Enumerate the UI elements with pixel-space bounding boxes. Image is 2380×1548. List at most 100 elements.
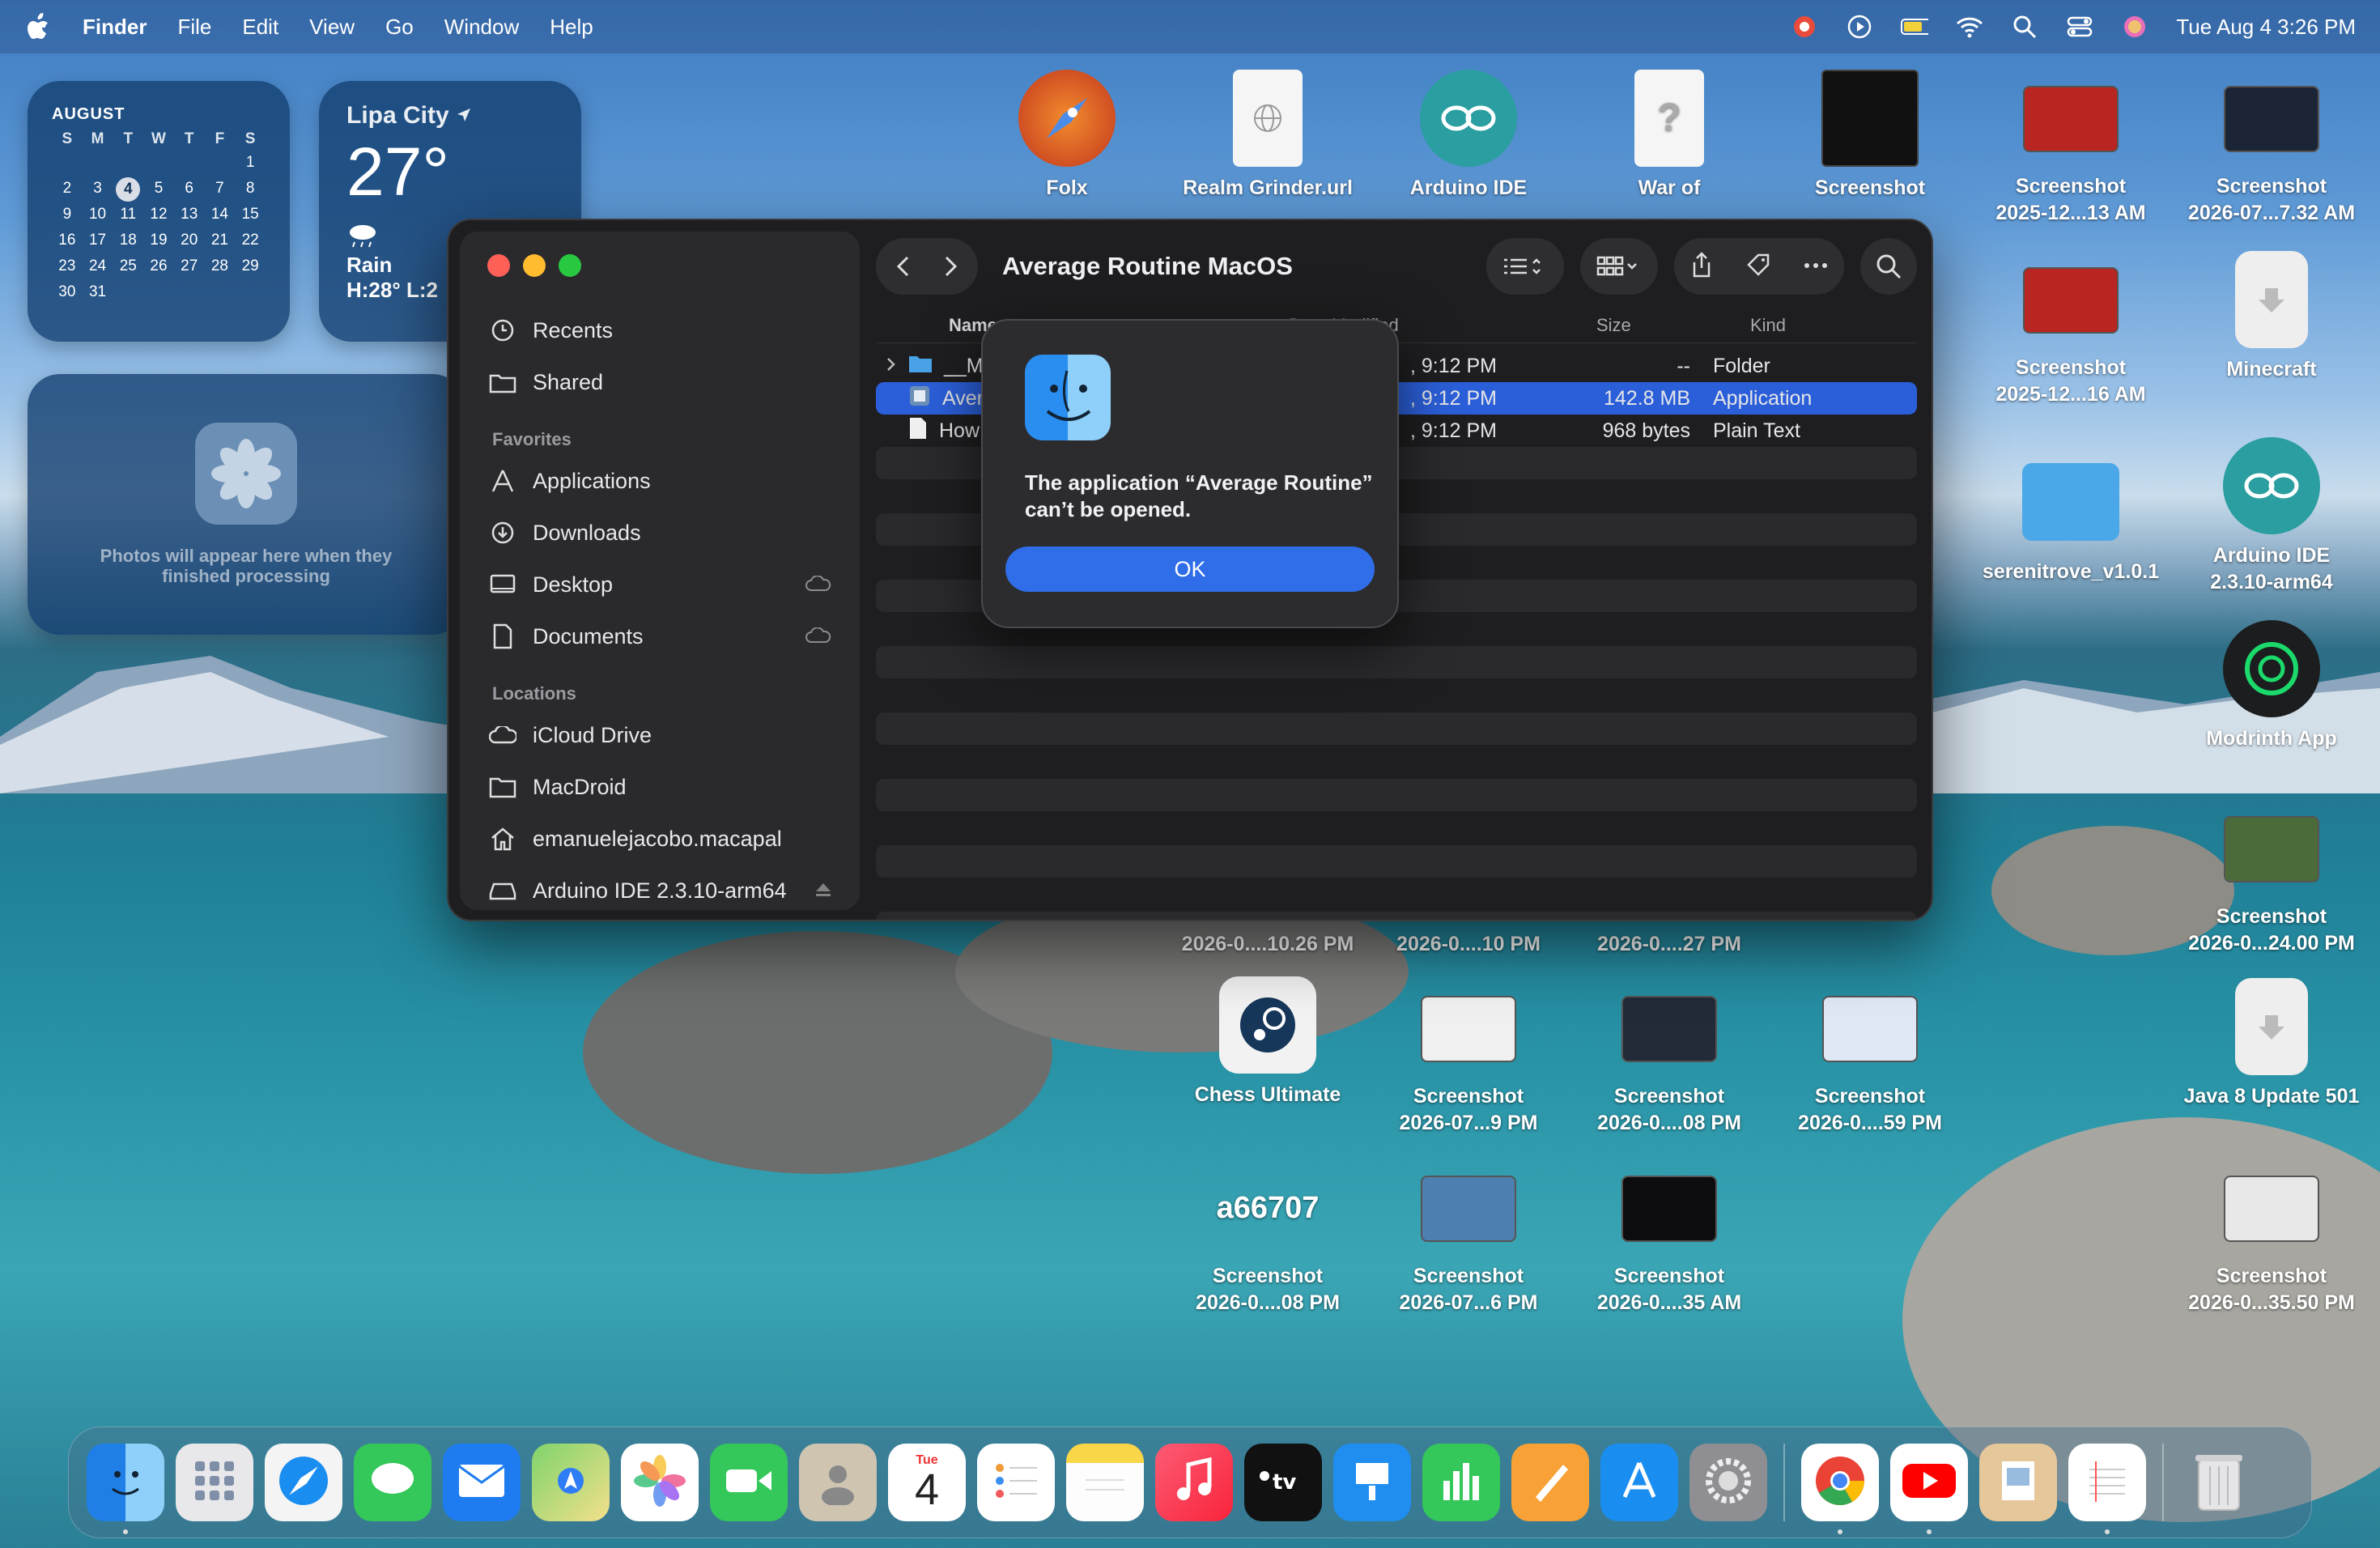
- eject-icon[interactable]: [814, 878, 832, 904]
- dock-trash[interactable]: [2180, 1444, 2258, 1521]
- sidebar-item-macdroid[interactable]: MacDroid: [476, 761, 844, 813]
- desktop-icon-war-of[interactable]: ? War of: [1572, 70, 1766, 202]
- more-icon[interactable]: [1804, 259, 1828, 274]
- tag-icon[interactable]: [1745, 252, 1771, 282]
- dock-music[interactable]: [1155, 1444, 1233, 1521]
- group-button[interactable]: [1580, 238, 1658, 295]
- sidebar-item-documents[interactable]: Documents: [476, 610, 844, 662]
- close-button[interactable]: [487, 254, 510, 277]
- sidebar-item-icloud-drive[interactable]: iCloud Drive: [476, 709, 844, 761]
- dock-separator: [1783, 1444, 1785, 1521]
- dock-preview[interactable]: [1979, 1444, 2057, 1521]
- dock-keynote[interactable]: [1333, 1444, 1411, 1521]
- sidebar-item-recents[interactable]: Recents: [476, 304, 844, 356]
- calendar-day: 18: [119, 232, 137, 249]
- sidebar-item-shared[interactable]: Shared: [476, 356, 844, 408]
- menu-help[interactable]: Help: [550, 15, 593, 40]
- dock-finder[interactable]: [87, 1444, 164, 1534]
- desktop-icon-folx[interactable]: Folx: [970, 70, 1164, 202]
- desktop-icon-screenshot[interactable]: Screenshot 2026-0....35 AM: [1572, 1159, 1766, 1316]
- desktop-icon-java[interactable]: Java 8 Update 501: [2174, 978, 2369, 1110]
- desktop-icon-realm-grinder[interactable]: Realm Grinder.url: [1171, 70, 1365, 202]
- play-icon[interactable]: [1846, 13, 1873, 40]
- status-app-icon[interactable]: [1791, 13, 1818, 40]
- desktop-icon-partial[interactable]: 2026-0....10 PM: [1371, 931, 1566, 958]
- battery-icon[interactable]: [1901, 13, 1929, 40]
- dock-pages[interactable]: [1511, 1444, 1589, 1521]
- dock-reminders[interactable]: [977, 1444, 1055, 1521]
- dock-safari[interactable]: [265, 1444, 342, 1521]
- menu-edit[interactable]: Edit: [242, 15, 278, 40]
- dock-calendar[interactable]: Tue 4: [888, 1444, 966, 1521]
- desktop-icon-screenshot[interactable]: Screenshot 2026-0...35.50 PM: [2174, 1159, 2369, 1316]
- desktop-icon-screenshot[interactable]: a66707 Screenshot 2026-0....08 PM: [1171, 1159, 1365, 1316]
- dock-photos[interactable]: [621, 1444, 699, 1521]
- disclosure-chevron-icon[interactable]: [886, 355, 897, 378]
- desktop-icon-screenshot[interactable]: Screenshot 2025-12...13 AM: [1974, 70, 2168, 226]
- forward-icon[interactable]: [927, 254, 975, 279]
- dock-youtube[interactable]: [1890, 1444, 1968, 1534]
- minimize-button[interactable]: [523, 254, 546, 277]
- share-icon[interactable]: [1690, 251, 1713, 283]
- desktop-icon-label: Screenshot: [2216, 175, 2327, 198]
- desktop-icon-chess[interactable]: Chess Ultimate: [1171, 976, 1365, 1108]
- dock-contacts[interactable]: [799, 1444, 877, 1521]
- desktop-icon-screenshot[interactable]: Screenshot 2026-0....59 PM: [1773, 980, 1967, 1136]
- desktop-icon-partial[interactable]: 2026-0....10.26 PM: [1171, 931, 1365, 958]
- sidebar-item-applications[interactable]: Applications: [476, 455, 844, 507]
- dock-facetime[interactable]: [710, 1444, 788, 1521]
- desktop-icon-screenshot[interactable]: Screenshot 2026-07...7.32 AM: [2174, 70, 2369, 226]
- ok-button[interactable]: OK: [1005, 546, 1375, 592]
- installer-icon: [2235, 251, 2308, 348]
- dock-textedit[interactable]: [2068, 1444, 2146, 1534]
- desktop-icon-partial[interactable]: 2026-0....27 PM: [1572, 931, 1766, 958]
- photos-widget[interactable]: Photos will appear here when they finish…: [28, 374, 465, 635]
- sidebar-item-home[interactable]: emanuelejacobo.macapal: [476, 813, 844, 865]
- desktop-icon-arduino-arm64[interactable]: Arduino IDE 2.3.10-arm64: [2174, 437, 2369, 595]
- desktop-icon-screenshot[interactable]: Screenshot 2026-07...9 PM: [1371, 980, 1566, 1136]
- menu-window[interactable]: Window: [444, 15, 519, 40]
- desktop-icon-serenitrove[interactable]: serenitrove_v1.0.1: [1974, 453, 2168, 585]
- menu-view[interactable]: View: [309, 15, 355, 40]
- dock-maps[interactable]: [532, 1444, 610, 1521]
- menu-app-name[interactable]: Finder: [83, 15, 147, 40]
- download-icon: [489, 519, 516, 546]
- dock-notes[interactable]: [1066, 1444, 1144, 1521]
- desktop-icon-modrinth[interactable]: Modrinth App: [2174, 620, 2369, 752]
- sidebar-item-arduino-volume[interactable]: Arduino IDE 2.3.10-arm64: [476, 865, 844, 916]
- menu-clock[interactable]: Tue Aug 4 3:26 PM: [2176, 15, 2356, 40]
- desktop-icon-screenshot[interactable]: Screenshot: [1773, 70, 1967, 202]
- desktop-icon-screenshot[interactable]: Screenshot 2026-0...24.00 PM: [2174, 800, 2369, 956]
- siri-icon[interactable]: [2121, 13, 2148, 40]
- desktop-icon-screenshot[interactable]: Screenshot 2026-07...6 PM: [1371, 1159, 1566, 1316]
- menu-file[interactable]: File: [177, 15, 211, 40]
- dock-chrome[interactable]: [1801, 1444, 1879, 1534]
- column-kind[interactable]: Kind: [1734, 315, 1786, 336]
- search-icon[interactable]: [2011, 13, 2038, 40]
- menu-go[interactable]: Go: [385, 15, 414, 40]
- control-center-icon[interactable]: [2066, 13, 2093, 40]
- sidebar-item-desktop[interactable]: Desktop: [476, 559, 844, 610]
- list-view-button[interactable]: [1486, 238, 1564, 295]
- back-icon[interactable]: [878, 254, 927, 279]
- dock-mail[interactable]: [443, 1444, 521, 1521]
- desktop-icon-minecraft[interactable]: Minecraft: [2174, 251, 2369, 383]
- desktop-icon-screenshot[interactable]: Screenshot 2025-12...16 AM: [1974, 251, 2168, 407]
- arduino-icon: [1420, 70, 1517, 167]
- wifi-icon[interactable]: [1956, 13, 1983, 40]
- calendar-widget[interactable]: AUGUST S M T W T F S 1 2 3 4 5 6 7 8 9 10 11 12 13 14…: [28, 81, 290, 342]
- sidebar-item-downloads[interactable]: Downloads: [476, 507, 844, 559]
- dock-system-settings[interactable]: [1689, 1444, 1767, 1521]
- search-button[interactable]: [1860, 238, 1917, 295]
- column-size[interactable]: Size: [1588, 315, 1734, 336]
- desktop-icon-screenshot[interactable]: Screenshot 2026-0....08 PM: [1572, 980, 1766, 1136]
- calendar-day: [52, 151, 83, 174]
- dock-app-store[interactable]: [1600, 1444, 1678, 1521]
- dock-tv[interactable]: tv: [1244, 1444, 1322, 1521]
- dock-numbers[interactable]: [1422, 1444, 1500, 1521]
- dock-messages[interactable]: [354, 1444, 431, 1521]
- zoom-button[interactable]: [559, 254, 581, 277]
- desktop-icon-arduino[interactable]: Arduino IDE: [1371, 70, 1566, 202]
- dock-launchpad[interactable]: [176, 1444, 253, 1521]
- apple-icon[interactable]: [24, 13, 52, 40]
